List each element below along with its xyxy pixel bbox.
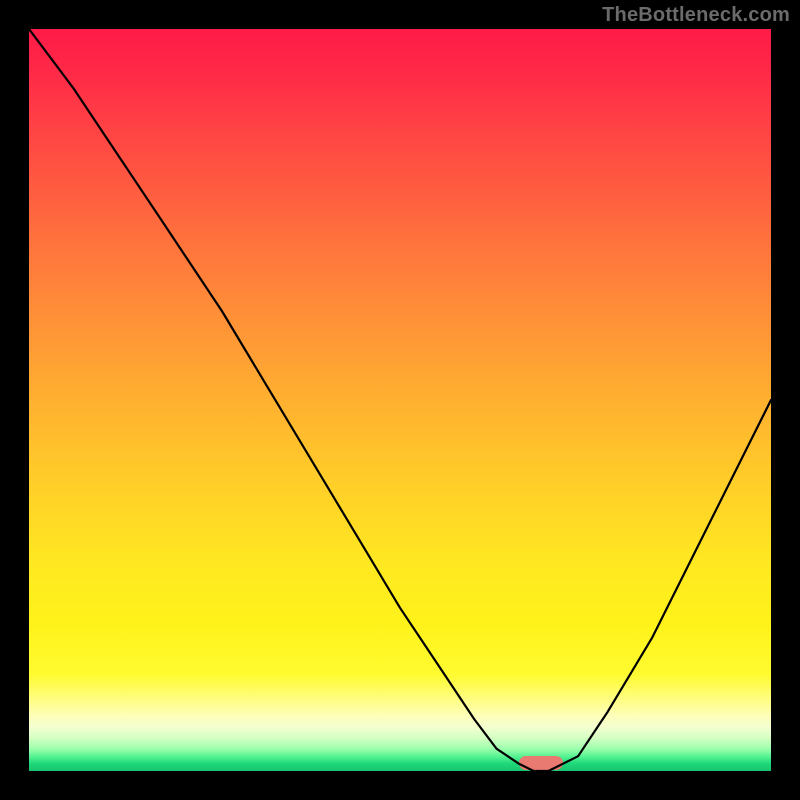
plot-area: [29, 29, 771, 771]
chart-frame: TheBottleneck.com: [0, 0, 800, 800]
watermark-text: TheBottleneck.com: [602, 4, 790, 27]
bottleneck-curve: [29, 29, 771, 771]
